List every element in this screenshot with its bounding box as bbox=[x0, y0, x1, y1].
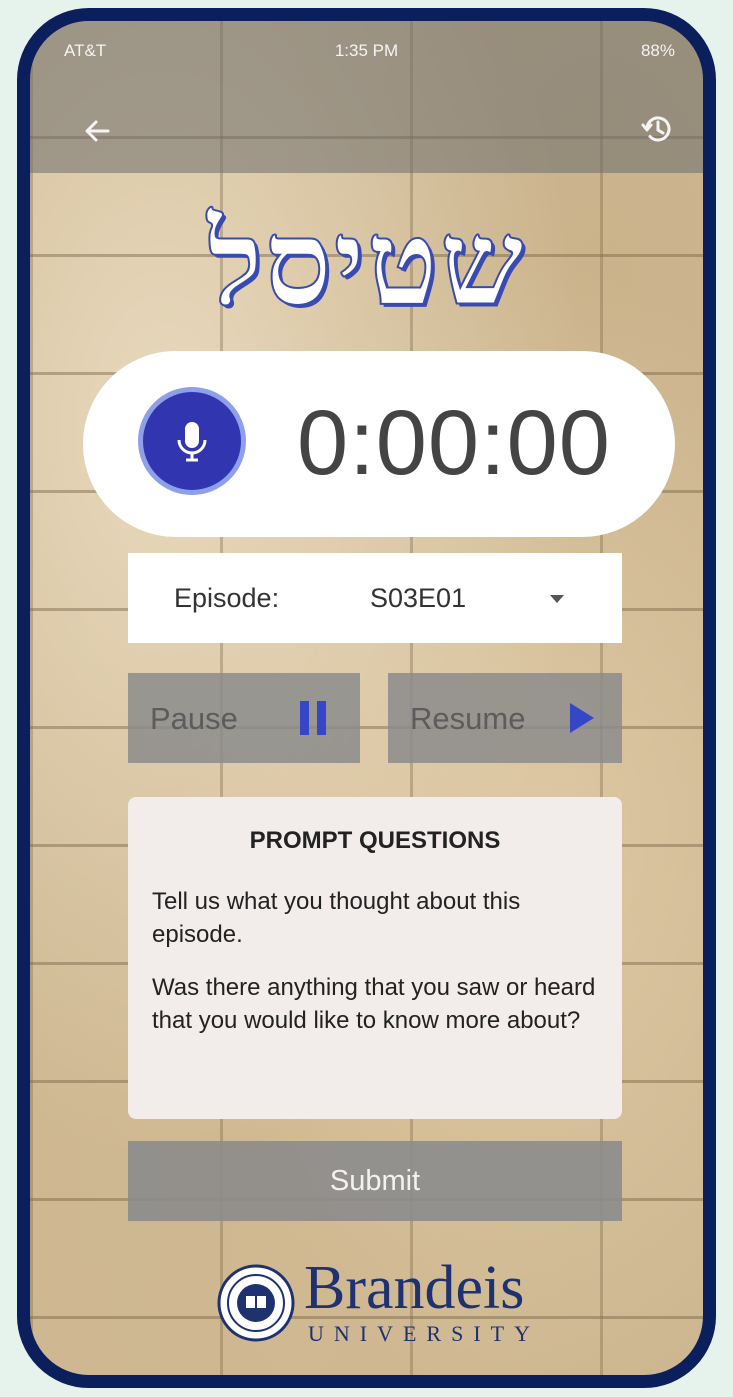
prompt-questions-card: PROMPT QUESTIONS Tell us what you though… bbox=[128, 797, 622, 1119]
submit-label: Submit bbox=[329, 1165, 421, 1197]
prompt-question: Was there anything that you saw or heard… bbox=[152, 974, 596, 1034]
recorder-panel: 0:00:00 bbox=[83, 351, 675, 537]
history-icon bbox=[641, 116, 671, 142]
pause-label: Pause bbox=[150, 701, 238, 736]
top-bar: AT&T 1:35 PM 88% bbox=[30, 21, 703, 173]
status-time: 1:35 PM bbox=[334, 41, 399, 60]
microphone-icon bbox=[177, 422, 207, 462]
prompt-question: Tell us what you thought about this epis… bbox=[152, 888, 521, 948]
status-battery: 88% bbox=[640, 41, 675, 60]
app-title: שטיסל bbox=[206, 192, 526, 333]
logo-subtitle: UNIVERSITY bbox=[308, 1321, 540, 1346]
pause-icon bbox=[298, 701, 330, 735]
back-button[interactable] bbox=[78, 111, 118, 151]
university-seal-icon bbox=[217, 1264, 295, 1342]
submit-button[interactable]: Submit bbox=[128, 1141, 622, 1221]
episode-dropdown[interactable]: Episode: S03E01 bbox=[128, 553, 622, 643]
pause-button[interactable]: Pause bbox=[128, 673, 360, 763]
chevron-down-icon bbox=[550, 595, 564, 603]
prompt-title: PROMPT QUESTIONS bbox=[249, 827, 501, 854]
phone-screen: AT&T 1:35 PM 88% שטיסל 0:00:00 Episode: … bbox=[17, 8, 716, 1388]
episode-label: Episode: bbox=[174, 583, 280, 613]
timer-display: 0:00:00 bbox=[297, 392, 611, 494]
brandeis-logo: Brandeis UNIVERSITY bbox=[216, 1253, 572, 1357]
resume-button[interactable]: Resume bbox=[388, 673, 622, 763]
arrow-left-icon bbox=[85, 120, 110, 142]
episode-selected-value: S03E01 bbox=[370, 583, 467, 613]
logo-wordmark: Brandeis bbox=[304, 1254, 525, 1322]
play-icon bbox=[570, 703, 594, 733]
resume-label: Resume bbox=[410, 701, 526, 736]
record-button[interactable] bbox=[138, 387, 246, 495]
history-button[interactable] bbox=[637, 109, 677, 149]
